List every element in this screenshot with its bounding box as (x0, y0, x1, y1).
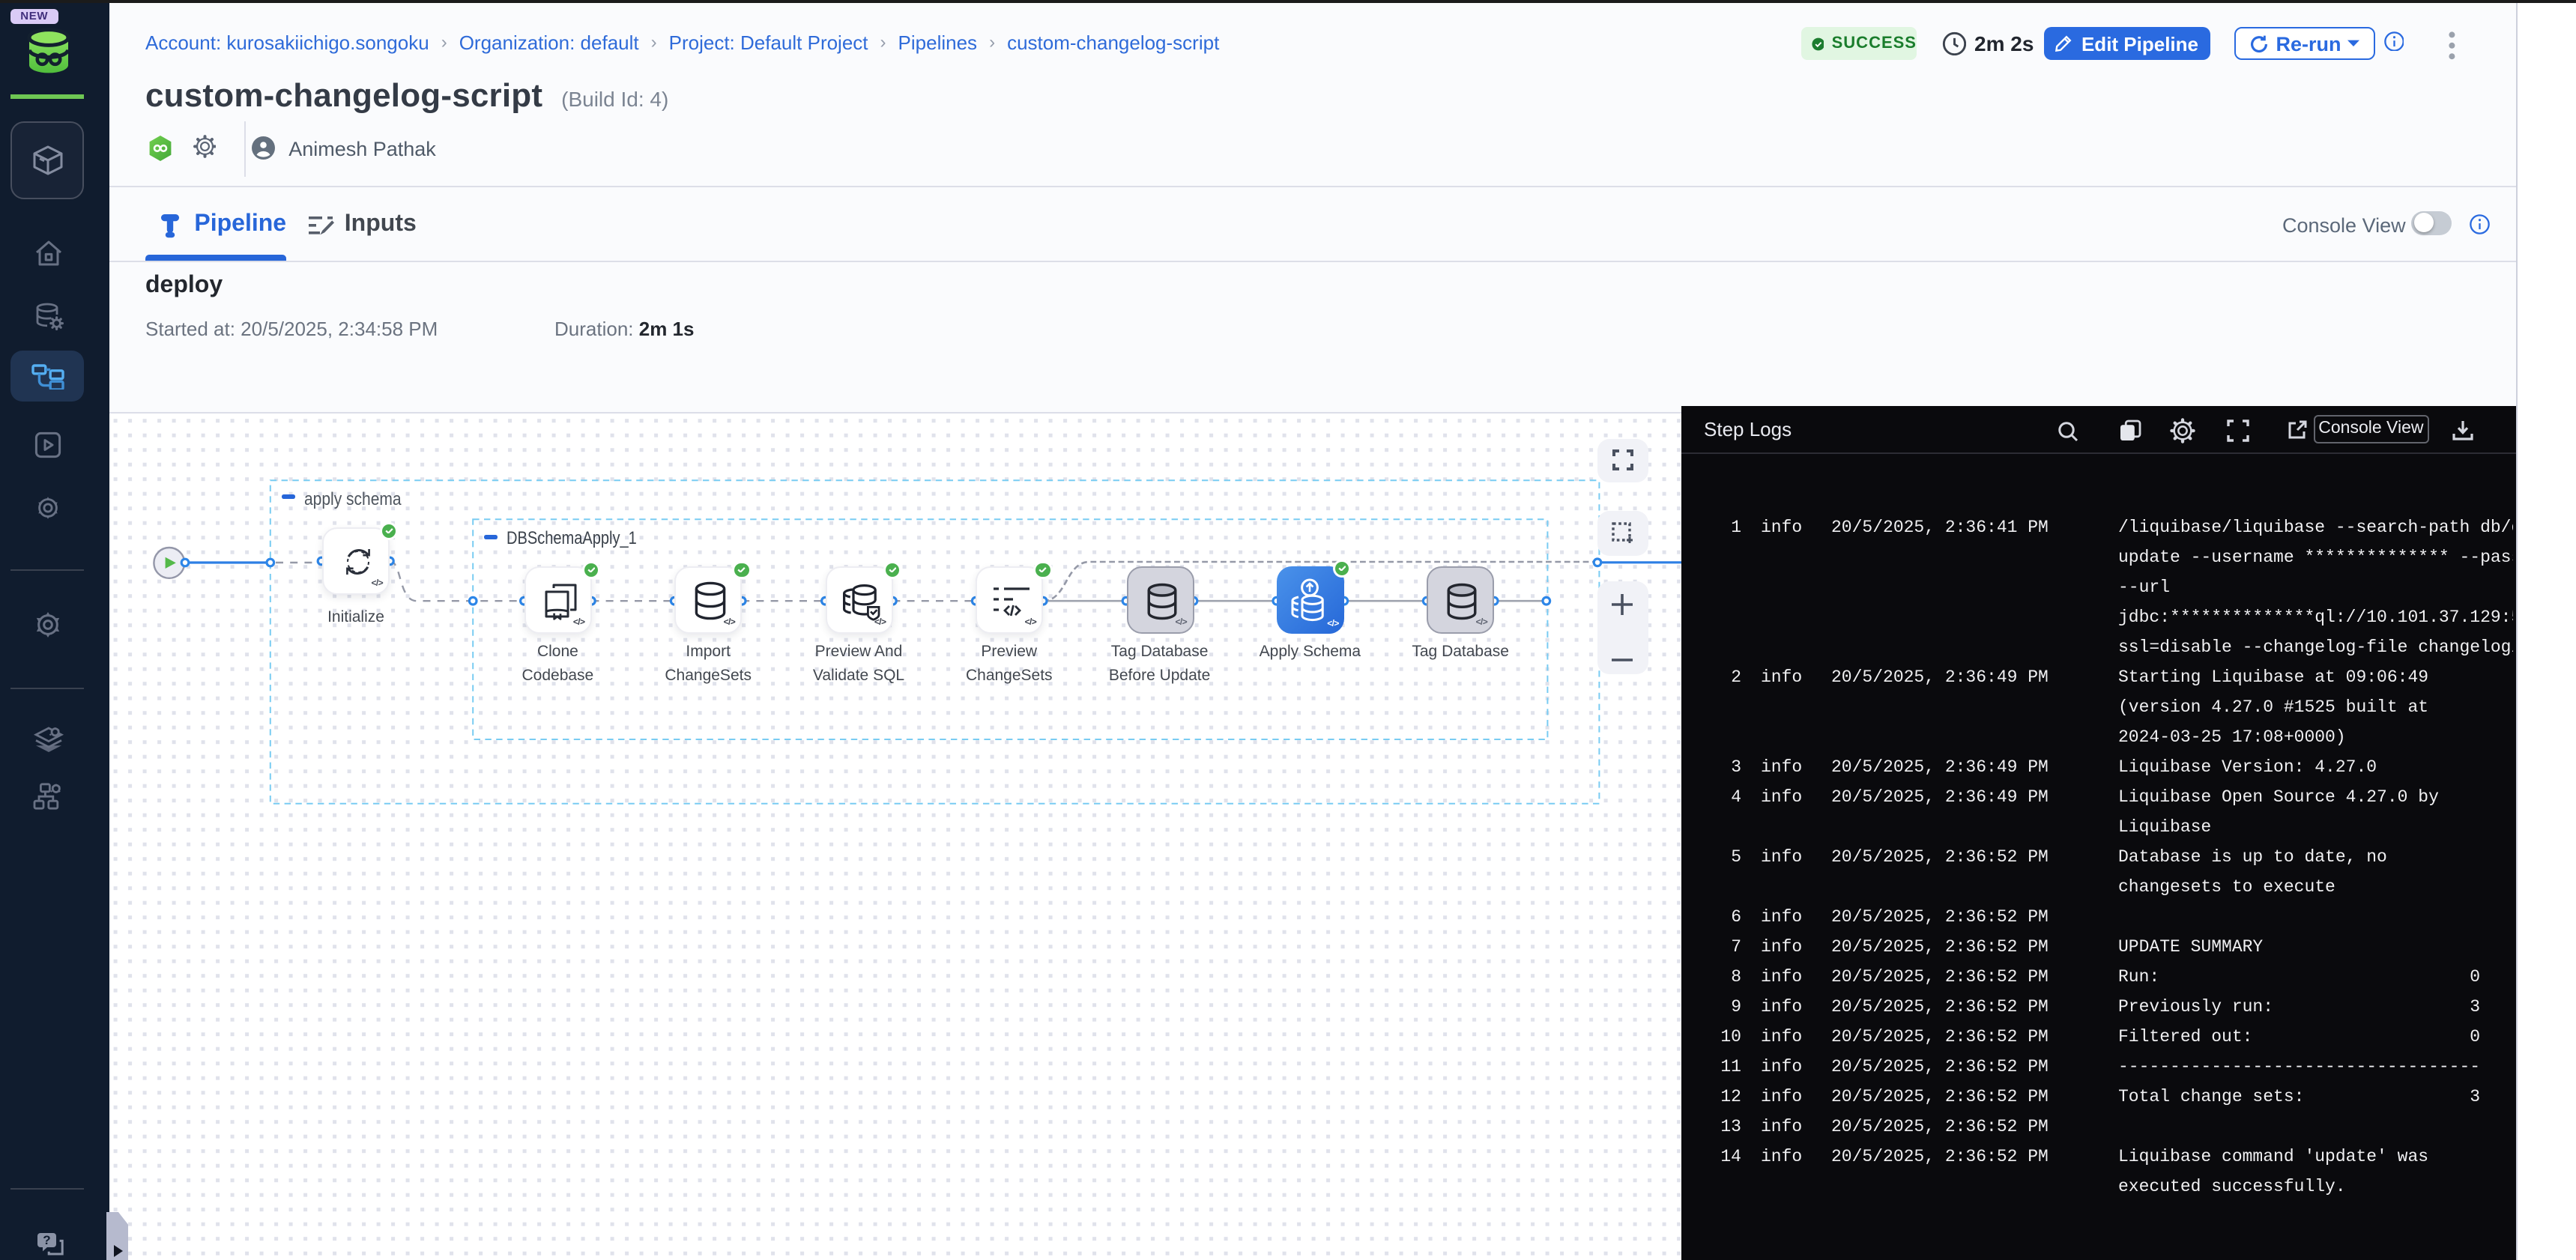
svg-text:?: ? (43, 1233, 50, 1247)
